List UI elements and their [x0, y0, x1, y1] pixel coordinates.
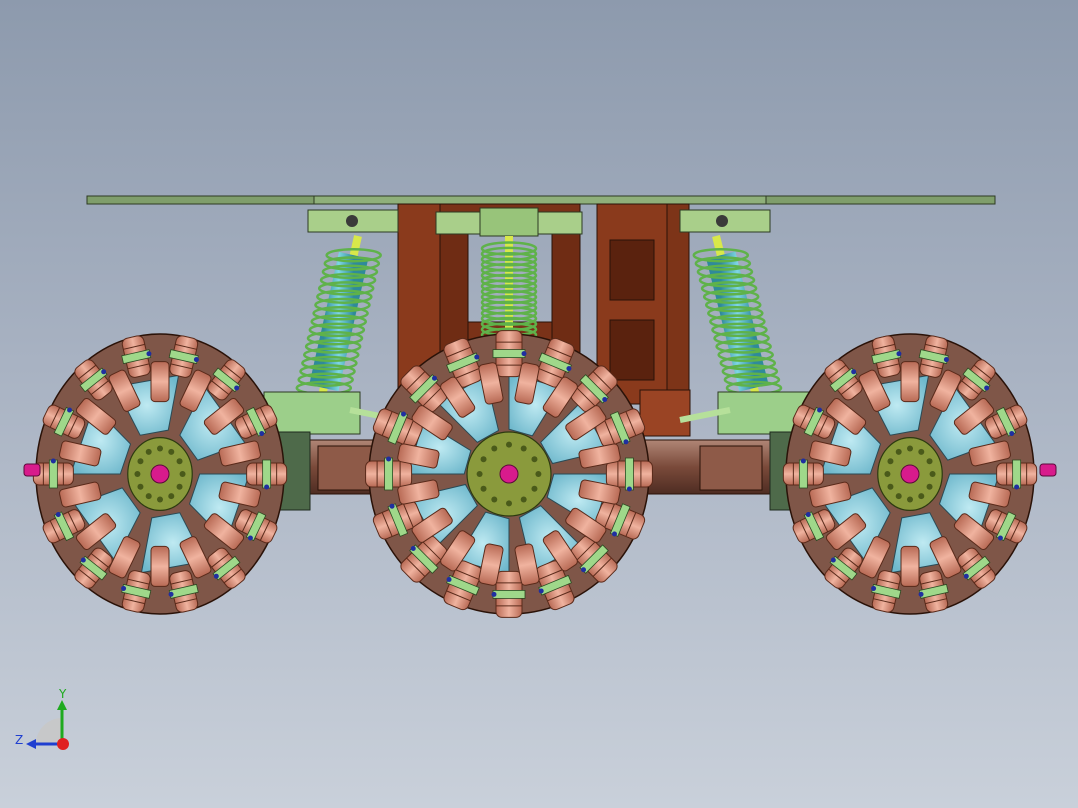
top-plate[interactable]	[86, 195, 996, 205]
hub-hole	[137, 458, 144, 465]
hub-hole	[491, 496, 498, 503]
top-brackets	[307, 207, 771, 237]
spring-1	[295, 235, 382, 397]
roller	[996, 459, 1038, 490]
hub-hole	[134, 471, 141, 477]
hub-hole	[520, 445, 527, 452]
hub-cap	[499, 464, 519, 484]
hub-hole	[179, 471, 186, 477]
roller	[782, 458, 824, 489]
hub-cap	[150, 464, 170, 484]
hub-hole	[176, 483, 183, 490]
hub-hole	[476, 471, 483, 477]
hub-hole	[907, 445, 913, 452]
cad-viewport[interactable]: Y Z	[0, 0, 1078, 808]
hub-cap	[900, 464, 920, 484]
hub-hole	[145, 493, 152, 500]
hub-hole	[535, 471, 542, 477]
hub-hole	[480, 485, 487, 492]
hub-hole	[168, 448, 175, 455]
spring-3	[692, 235, 783, 397]
hub-hole	[157, 445, 163, 452]
hub-hole	[480, 456, 487, 463]
hub-hole	[907, 496, 913, 503]
roller	[246, 459, 288, 490]
axle-end-right	[1039, 463, 1057, 477]
hub-hole	[929, 471, 936, 477]
axis-triad: Y Z	[15, 687, 69, 750]
spoke-roller	[150, 361, 170, 403]
hub-hole	[531, 485, 538, 492]
hub-hole	[887, 483, 894, 490]
hub-hole	[887, 458, 894, 465]
hub-hole	[506, 441, 512, 448]
omni-wheel-center[interactable]	[365, 330, 653, 618]
axis-y-label: Y	[58, 687, 67, 701]
model-canvas[interactable]: Y Z	[0, 0, 1078, 808]
hub-hole	[168, 493, 175, 500]
hub-hole	[137, 483, 144, 490]
omni-wheel-left[interactable]	[32, 333, 288, 615]
spoke-roller	[150, 545, 170, 587]
hub-hole	[157, 496, 163, 503]
axis-z-label: Z	[15, 733, 23, 747]
hub-hole	[531, 456, 538, 463]
hub-hole	[506, 500, 512, 507]
hub-hole	[895, 448, 902, 455]
spring-2	[480, 236, 538, 343]
hub-hole	[884, 471, 891, 477]
hub-hole	[926, 483, 933, 490]
spoke-roller	[900, 545, 920, 587]
spoke-roller	[900, 361, 920, 403]
hub-hole	[926, 458, 933, 465]
omni-wheel-right[interactable]	[782, 333, 1038, 615]
hub-hole	[145, 448, 152, 455]
hub-hole	[520, 496, 527, 503]
axle-end-left	[23, 463, 41, 477]
hub-hole	[491, 445, 498, 452]
hub-hole	[176, 458, 183, 465]
hub-hole	[895, 493, 902, 500]
hub-hole	[918, 493, 925, 500]
hub-hole	[918, 448, 925, 455]
